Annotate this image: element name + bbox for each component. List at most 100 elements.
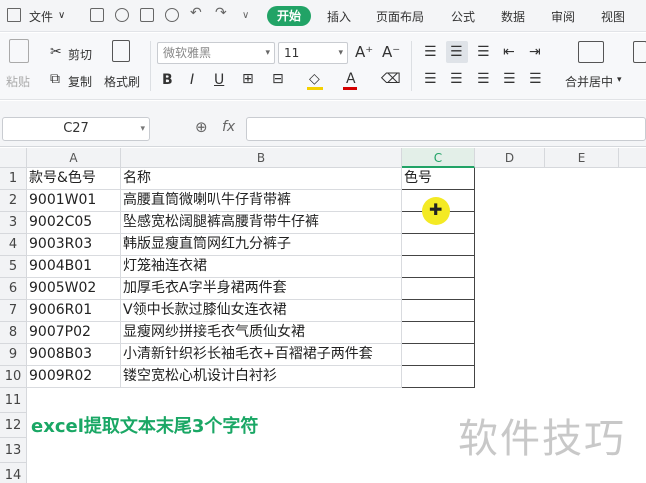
tab-review[interactable]: 审阅	[551, 8, 575, 25]
row-header[interactable]: 1	[0, 168, 27, 190]
copy-icon[interactable]: ⧉	[50, 71, 60, 87]
align-bottom-icon[interactable]: ☰	[477, 44, 490, 60]
cell-a[interactable]: 9008B03	[27, 344, 121, 366]
cell-a[interactable]: 9003R03	[27, 234, 121, 256]
tab-insert[interactable]: 插入	[327, 8, 351, 25]
italic-icon[interactable]: I	[190, 72, 194, 88]
row-header[interactable]: 5	[0, 256, 27, 278]
font-name-select[interactable]: 微软雅黑 ▾	[157, 42, 275, 64]
clear-format-icon[interactable]: ⌫	[381, 71, 401, 87]
tab-formulas[interactable]: 公式	[451, 8, 475, 25]
cell-a[interactable]: 款号&色号	[27, 168, 121, 190]
undo-icon[interactable]: ↶	[190, 5, 202, 21]
fx-icon[interactable]: fx	[222, 119, 235, 135]
cell-b[interactable]: 显瘦网纱拼接毛衣气质仙女裙	[121, 322, 402, 344]
menu-icon[interactable]	[7, 8, 21, 22]
cell-a[interactable]: 9005W02	[27, 278, 121, 300]
print-icon[interactable]	[140, 8, 154, 22]
font-color-icon[interactable]: A	[346, 71, 356, 87]
cell-b[interactable]: 加厚毛衣A字半身裙两件套	[121, 278, 402, 300]
zoom-icon[interactable]: ⊕	[195, 118, 208, 136]
cell-c[interactable]	[402, 322, 475, 344]
indent-decrease-icon[interactable]: ⇤	[503, 44, 515, 60]
cell-c[interactable]	[402, 300, 475, 322]
cell-b[interactable]: 坠感宽松阔腿裤高腰背带牛仔裤	[121, 212, 402, 234]
tab-page-layout[interactable]: 页面布局	[376, 8, 424, 25]
align-center-icon[interactable]: ☰	[450, 71, 463, 87]
indent-increase-icon[interactable]: ⇥	[529, 44, 541, 60]
paste-button[interactable]: 粘贴	[6, 73, 30, 90]
row-header[interactable]: 8	[0, 322, 27, 344]
name-box[interactable]: C27 ▾	[2, 117, 150, 141]
format-painter-button[interactable]: 格式刷	[104, 73, 140, 90]
cell-b[interactable]: 小清新针织衫长袖毛衣+百褶裙子两件套	[121, 344, 402, 366]
column-header-f[interactable]	[619, 148, 646, 168]
row-header[interactable]: 14	[0, 463, 27, 483]
bold-icon[interactable]: B	[162, 72, 173, 88]
distribute-icon[interactable]: ☰	[529, 71, 542, 87]
row-header[interactable]: 6	[0, 278, 27, 300]
cell-c[interactable]	[402, 344, 475, 366]
redo-icon[interactable]: ↷	[215, 5, 227, 21]
file-menu[interactable]: 文件	[29, 8, 53, 25]
cell-b[interactable]: 镂空宽松心机设计白衬衫	[121, 366, 402, 388]
justify-icon[interactable]: ☰	[503, 71, 516, 87]
format-painter-icon[interactable]	[112, 40, 130, 62]
cell-c[interactable]: 色号	[402, 168, 475, 190]
paste-icon[interactable]	[9, 39, 29, 63]
copy-button[interactable]: 复制	[68, 73, 92, 90]
scissors-icon[interactable]: ✂	[50, 44, 62, 60]
row-header[interactable]: 13	[0, 438, 27, 463]
cell-a[interactable]: 9001W01	[27, 190, 121, 212]
decrease-font-icon[interactable]: A⁻	[382, 44, 400, 60]
border-icon[interactable]: ⊞	[242, 71, 254, 87]
customize-icon[interactable]: ∨	[242, 10, 249, 21]
cell-a[interactable]: 9007P02	[27, 322, 121, 344]
cell-a[interactable]: 9002C05	[27, 212, 121, 234]
cell-a[interactable]: 9009R02	[27, 366, 121, 388]
merge-center-icon[interactable]	[578, 41, 604, 63]
align-left-icon[interactable]: ☰	[424, 71, 437, 87]
row-header[interactable]: 10	[0, 366, 27, 388]
row-header[interactable]: 7	[0, 300, 27, 322]
chevron-down-icon[interactable]: ▾	[617, 75, 622, 85]
align-right-icon[interactable]: ☰	[477, 71, 490, 87]
column-header-e[interactable]: E	[545, 148, 619, 168]
row-header[interactable]: 12	[0, 413, 27, 438]
row-header[interactable]: 3	[0, 212, 27, 234]
font-size-select[interactable]: 11 ▾	[278, 42, 348, 64]
cell-b[interactable]: V领中长款过膝仙女连衣裙	[121, 300, 402, 322]
save-icon[interactable]	[90, 8, 104, 22]
cell-a[interactable]: 9006R01	[27, 300, 121, 322]
row-header[interactable]: 9	[0, 344, 27, 366]
column-header-b[interactable]: B	[121, 148, 402, 168]
cut-button[interactable]: 剪切	[68, 46, 92, 63]
row-header[interactable]: 11	[0, 388, 27, 413]
cell-b[interactable]: 灯笼袖连衣裙	[121, 256, 402, 278]
column-header-c[interactable]: C	[402, 148, 475, 168]
column-header-d[interactable]: D	[475, 148, 545, 168]
formula-input[interactable]	[246, 117, 646, 141]
cell-c[interactable]	[402, 366, 475, 388]
row-header[interactable]: 4	[0, 234, 27, 256]
tab-view[interactable]: 视图	[601, 8, 625, 25]
chevron-down-icon[interactable]: ∨	[58, 10, 65, 21]
cell-a[interactable]: 9004B01	[27, 256, 121, 278]
increase-font-icon[interactable]: A⁺	[355, 44, 373, 60]
cell-c[interactable]	[402, 256, 475, 278]
wrap-text-icon[interactable]	[633, 41, 646, 63]
select-all-corner[interactable]	[0, 148, 27, 168]
tab-data[interactable]: 数据	[501, 8, 525, 25]
merge-center-button[interactable]: 合并居中	[565, 73, 613, 90]
underline-icon[interactable]: U	[214, 72, 224, 88]
column-header-a[interactable]: A	[27, 148, 121, 168]
cell-b[interactable]: 高腰直筒微喇叭牛仔背带裤	[121, 190, 402, 212]
conditional-format-icon[interactable]: ⊟	[272, 71, 284, 87]
tab-home[interactable]: 开始	[267, 6, 311, 26]
cell-c[interactable]	[402, 234, 475, 256]
cell-c[interactable]	[402, 278, 475, 300]
cell-b[interactable]: 韩版显瘦直筒网红九分裤子	[121, 234, 402, 256]
print-preview-icon[interactable]	[165, 8, 179, 22]
fill-color-icon[interactable]: ◇	[309, 71, 320, 87]
export-icon[interactable]	[115, 8, 129, 22]
